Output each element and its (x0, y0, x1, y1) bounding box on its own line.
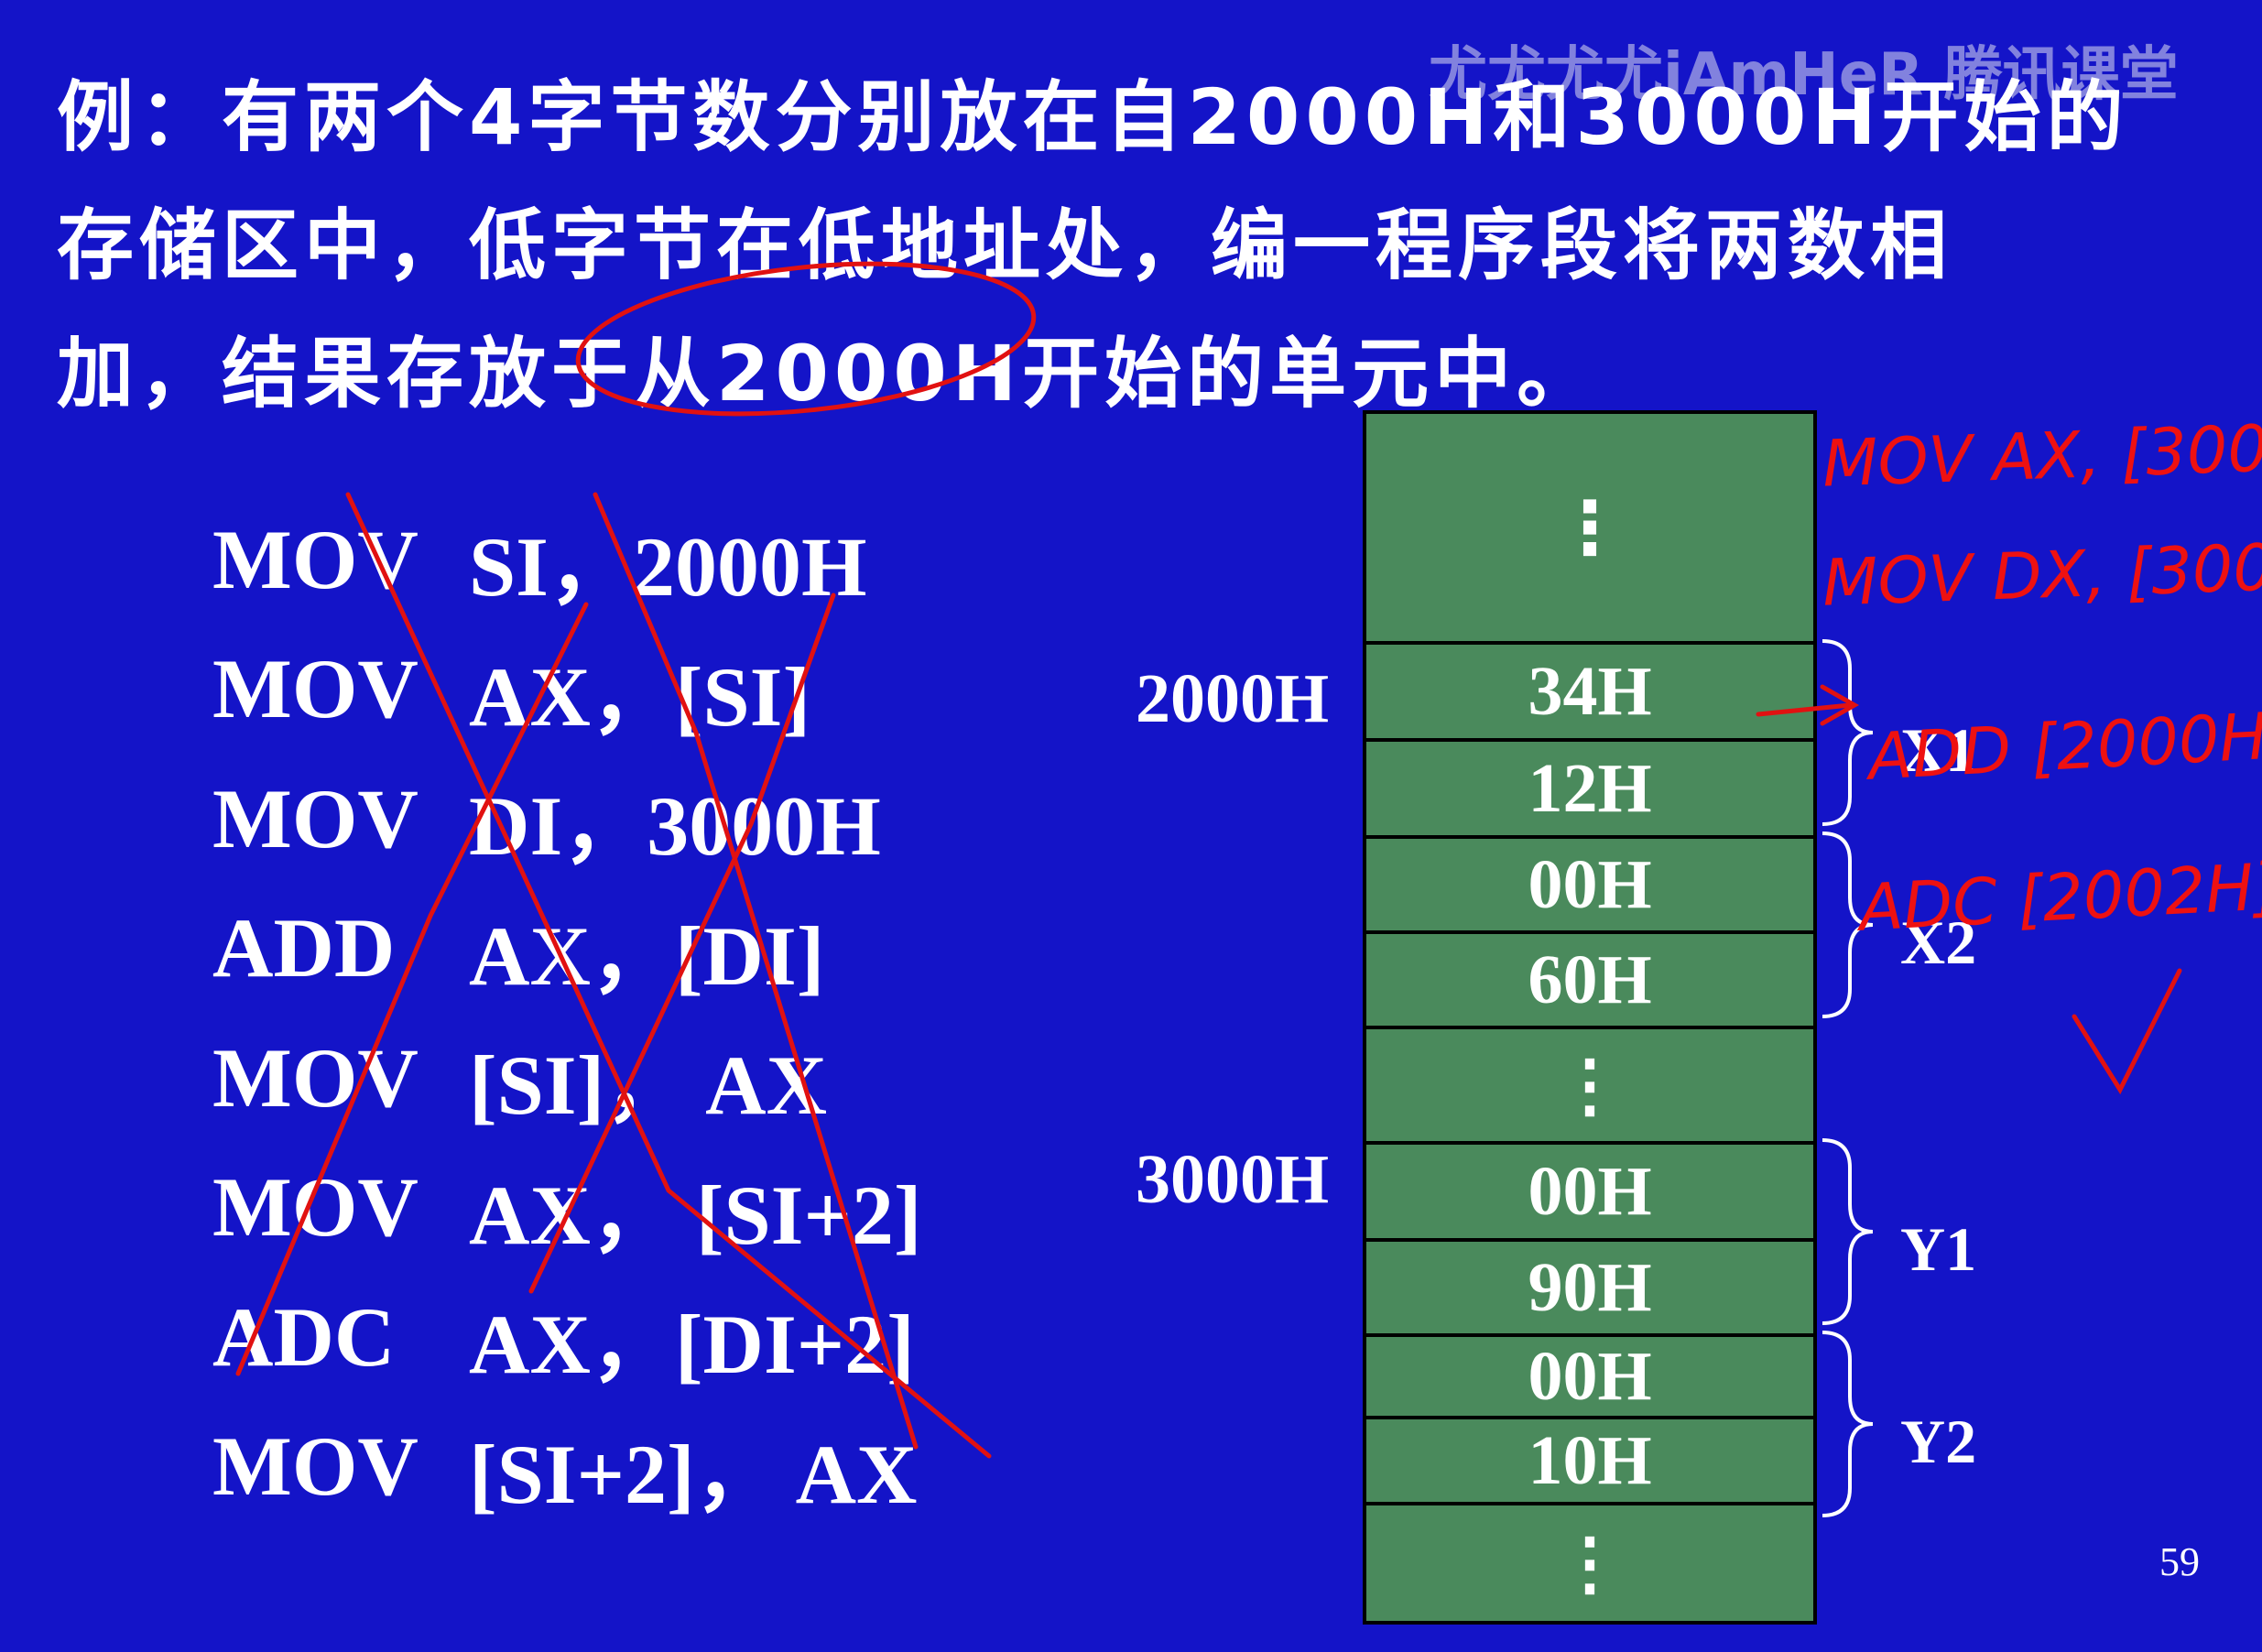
check-mark (2072, 968, 2182, 1095)
problem-statement: 例：有两个4字节数分别放在自2000H和3000H开始的 存储区中，低字节在低地… (57, 53, 2163, 438)
problem-line: 存储区中，低字节在低地址处，编一程序段将两数相 (57, 201, 1953, 290)
memory-cell: 00H (1366, 1333, 1813, 1416)
page-number: 59 (2159, 1539, 2200, 1584)
instruction-op: ADC (212, 1289, 396, 1384)
instruction-args: [SI]， AX (469, 1038, 828, 1133)
code-line: MOV [SI]， AX (212, 1013, 922, 1143)
label-y2: Y2 (1900, 1407, 1977, 1476)
handwritten-note: ADC [2002H], DX (1857, 842, 2262, 946)
code-line: MOV AX，[SI] (212, 625, 922, 755)
brace-x1 (1822, 639, 1874, 826)
code-line: MOV [SI+2]， AX (212, 1402, 922, 1532)
code-line: ADD AX，[DI] (212, 884, 922, 1014)
handwritten-note: MOV DX, [3002H] (1821, 526, 2262, 621)
instruction-args: AX，[DI] (469, 908, 825, 1003)
instruction-op: MOV (212, 1030, 419, 1125)
code-listing: MOV SI，2000H MOV AX，[SI] MOV DI，3000H ADD AX… (212, 495, 922, 1531)
ellipsis-dots: ⋮ (1555, 1526, 1625, 1603)
instruction-op: MOV (212, 771, 419, 865)
memory-cell: 34H (1366, 641, 1813, 738)
instruction-op: MOV (212, 1419, 419, 1514)
code-line: ADC AX，[DI+2] (212, 1272, 922, 1402)
instruction-op: MOV (212, 1160, 419, 1255)
memory-gap-cell: ⋮ (1366, 1502, 1813, 1621)
instruction-args: DI，3000H (469, 779, 881, 874)
memory-cell: 00H (1366, 835, 1813, 930)
instruction-op: MOV (212, 642, 419, 736)
code-line: MOV AX， [SI+2] (212, 1143, 922, 1273)
ellipsis-dots: ⋮ (1553, 484, 1626, 571)
label-y1: Y1 (1900, 1214, 1977, 1284)
instruction-args: AX，[SI] (469, 649, 811, 744)
instruction-args: SI，2000H (469, 520, 867, 614)
instruction-op: MOV (212, 512, 419, 606)
memory-cell: 90H (1366, 1238, 1813, 1333)
code-line: MOV DI，3000H (212, 754, 922, 884)
problem-line: 加，结果存放于从2000H开始的单元中。 (57, 329, 1600, 418)
memory-cell: 10H (1366, 1416, 1813, 1502)
brace-y1 (1822, 1138, 1874, 1325)
instruction-op: ADD (212, 901, 396, 995)
instruction-args: AX，[DI+2] (469, 1298, 915, 1392)
slide: 尤尤尤尤iAmHeR 腾讯课堂 例：有两个4字节数分别放在自2000H和3000… (0, 0, 2262, 1652)
code-line: MOV SI，2000H (212, 495, 922, 625)
memory-cell: 12H (1366, 738, 1813, 835)
ellipsis-dots: ⋮ (1555, 1048, 1625, 1125)
instruction-args: AX， [SI+2] (469, 1168, 922, 1262)
memory-cell: 00H (1366, 1141, 1813, 1238)
memory-gap-cell: ⋮ (1366, 1026, 1813, 1141)
address-label-2000: 2000H (1136, 660, 1330, 737)
problem-line: 例：有两个4字节数分别放在自2000H和3000H开始的 (57, 72, 2129, 162)
instruction-args: [SI+2]， AX (469, 1427, 918, 1521)
brace-y2 (1822, 1331, 1874, 1517)
handwritten-note: ADD [2000H], AX (1866, 690, 2262, 795)
memory-cell: 60H (1366, 930, 1813, 1026)
memory-map: ⋮ 34H 12H 00H 60H ⋮ 00H 90H 00H 10H ⋮ (1363, 410, 1817, 1625)
address-label-3000: 3000H (1136, 1141, 1330, 1218)
